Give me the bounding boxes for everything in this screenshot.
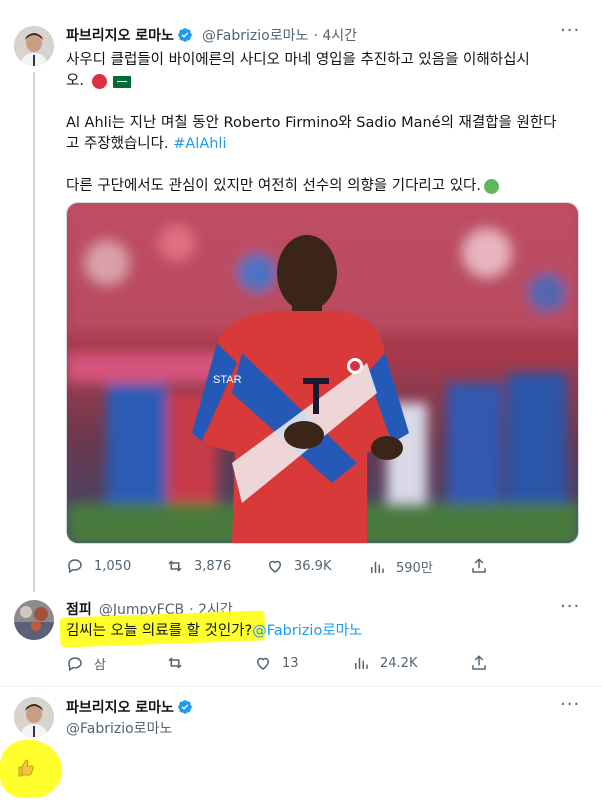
heart-icon [256,657,270,670]
reply-button[interactable]: 1,050 [66,557,131,575]
reply-avatar-image [14,600,54,640]
tweet3-header: 파브리지오 로마노 [66,697,193,717]
retweet-button[interactable]: 3,876 [166,557,231,575]
retweet-icon [168,560,182,572]
tweet1-para2-line1: Al Ahli는 지난 며칠 동안 Roberto Firmino와 Sadio… [66,115,557,131]
share-icon [472,558,486,573]
avatar-image [14,26,54,66]
reply2-share-button[interactable] [470,654,498,672]
author-handle[interactable]: @Fabrizio로마노 [202,28,308,44]
tweet1-line2-row: 오. [66,71,586,92]
tweet1-para3-row: 다른 구단에서도 관심이 있지만 여전히 선수의 의향을 기다리고 있다. [66,176,586,197]
reply-text: 김씨는 오늘 의료를 할 것인가? [66,623,253,639]
thread-connector [33,72,35,592]
tweet-photo[interactable]: STAR [66,202,579,544]
tweet1-header: 파브리지오 로마노 @Fabrizio로마노 · 4시간 [66,25,357,45]
reply2-retweet-button[interactable] [166,654,194,672]
share-button[interactable] [470,557,498,575]
hashtag-link[interactable]: #AlAhli [173,136,226,152]
author-avatar[interactable] [14,26,54,66]
divider [0,686,602,687]
reply2-reply-count: 삼 [94,658,106,673]
tweet1-para2-text: 고 주장했습니다. [66,136,174,152]
views-button[interactable]: 590만 [368,557,433,576]
retweet-count: 3,876 [194,558,232,574]
reply2-views-count: 24.2K [380,655,418,671]
thumbs-up-icon [16,758,36,778]
author-name[interactable]: 파브리지오 로마노 [66,28,174,44]
tweet1-body: 사우디 클럽들이 바이에른의 사디오 마네 영입을 추진하고 있음을 이해하십시… [66,50,586,197]
focused-author-avatar[interactable] [14,697,54,737]
saudi-flag-icon [112,75,131,88]
jersey-text: STAR [213,374,242,386]
like-button[interactable]: 36.9K [266,557,331,575]
focused-avatar-image [14,697,54,737]
views-count: 590만 [396,561,433,576]
heart-icon [268,560,282,573]
focused-author-name[interactable]: 파브리지오 로마노 [66,700,174,716]
tweet-time[interactable]: · 4시간 [313,28,357,44]
player-photo-image: STAR [67,203,578,543]
retweet-icon [168,657,182,669]
share-icon [472,655,486,670]
tweet1-para2-line2: 고 주장했습니다. #AlAhli [66,134,586,155]
reply-more-options-icon[interactable]: ··· [560,596,580,617]
reply-author-avatar[interactable] [14,600,54,640]
tweet1-line2: 오. [66,73,84,89]
reply-icon [68,656,82,671]
verified-badge-icon [178,28,192,42]
reply-count: 1,050 [94,558,132,574]
red-circle-emoji-icon [91,74,107,89]
focused-more-options-icon[interactable]: ··· [560,694,580,715]
like-count: 36.9K [294,558,332,574]
views-chart-icon [371,561,384,573]
reply2-like-count: 13 [282,655,299,671]
reply-icon [68,559,82,574]
verified-badge-icon [178,700,192,714]
focused-author-handle[interactable]: @Fabrizio로마노 [66,718,172,738]
tweet1-line1: 사우디 클럽들이 바이에른의 사디오 마네 영입을 추진하고 있음을 이해하십시 [66,52,530,68]
green-circle-emoji-icon [484,179,499,194]
mention-link[interactable]: @Fabrizio로마노 [252,623,362,639]
views-chart-icon [355,657,368,669]
tweet2-body: 김씨는 오늘 의료를 할 것인가?@Fabrizio로마노 [66,621,362,642]
tweet1-para3: 다른 구단에서도 관심이 있지만 여전히 선수의 의향을 기다리고 있다. [66,178,481,194]
more-options-icon[interactable]: ··· [560,20,580,41]
reply2-reply-button[interactable]: 삼 [66,654,106,673]
reply2-like-button[interactable]: 13 [254,654,299,672]
reply2-views-button[interactable]: 24.2K [352,654,417,672]
